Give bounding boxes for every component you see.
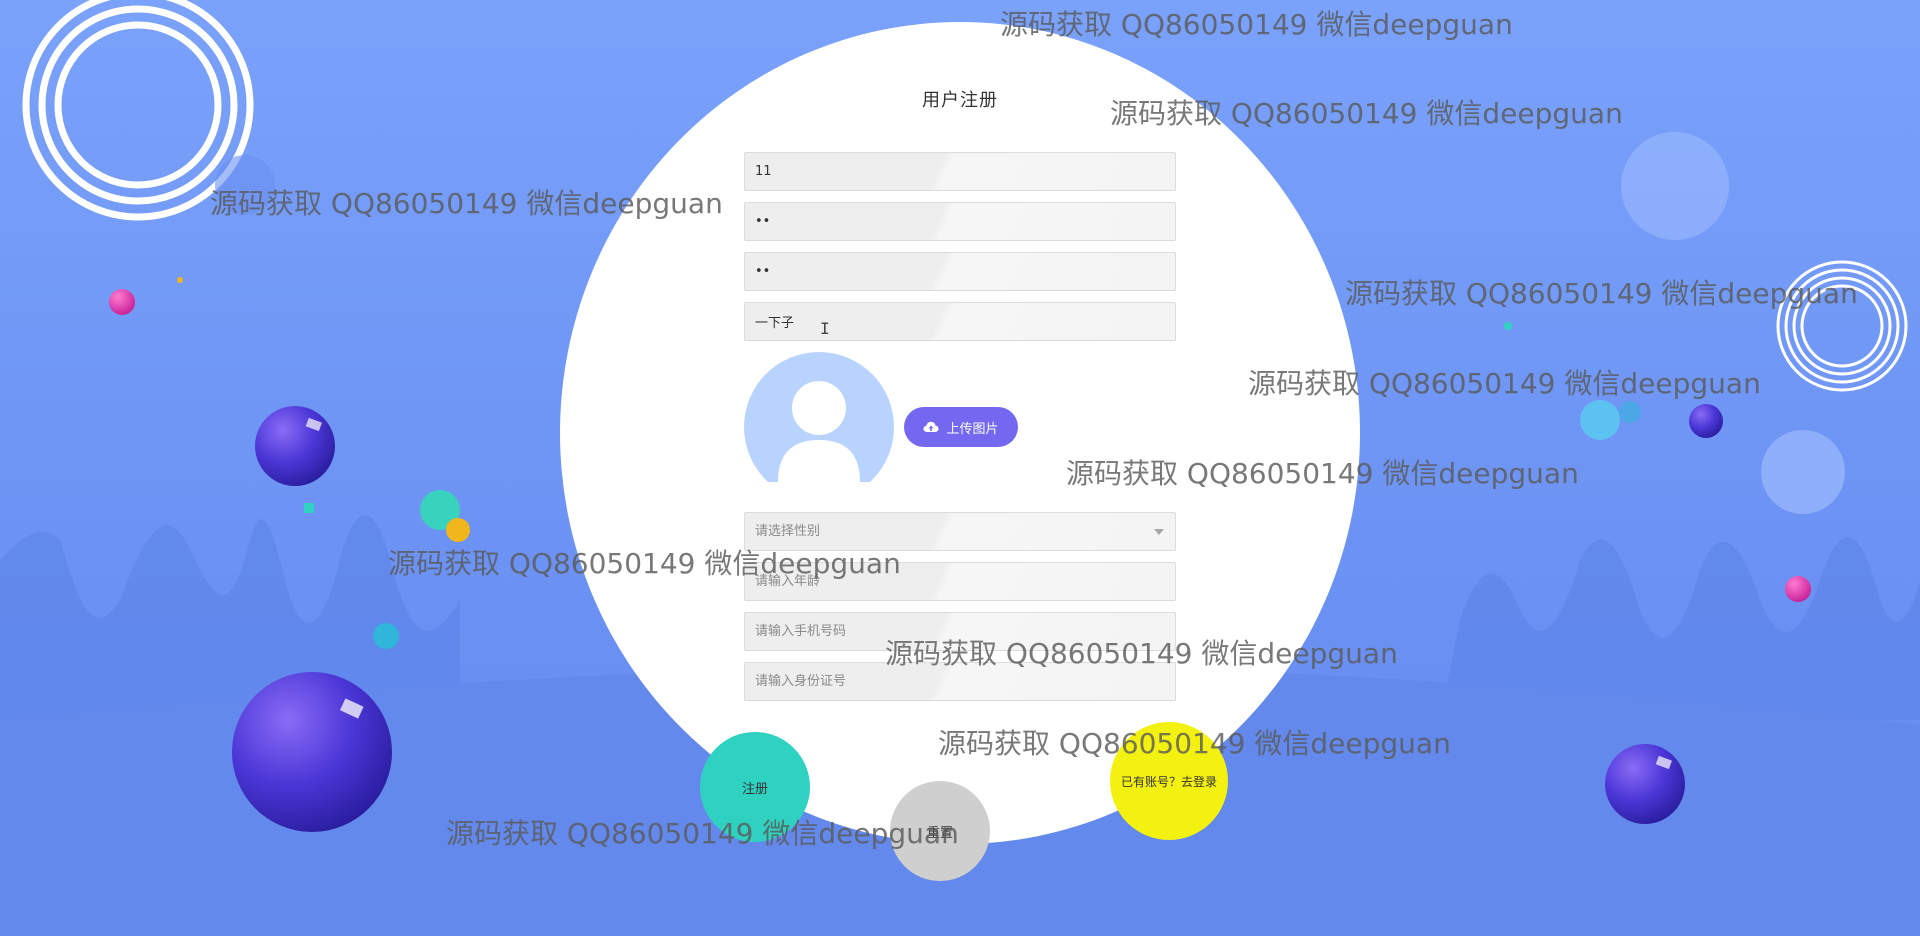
page-title: 用户注册 [922, 90, 998, 111]
age-input[interactable] [744, 562, 1176, 601]
upload-button-label: 上传图片 [946, 421, 999, 437]
gender-select[interactable] [744, 512, 1176, 551]
chevron-down-icon [1154, 529, 1164, 535]
password-input[interactable] [744, 202, 1176, 241]
register-button-label: 注册 [741, 781, 768, 797]
cloud-upload-icon [923, 421, 939, 433]
user-avatar-icon [744, 352, 894, 482]
go-login-button-label: 已有账号？去登录 [1120, 774, 1217, 789]
reset-button-label: 重置 [926, 825, 953, 841]
nickname-input[interactable] [744, 302, 1176, 341]
text-cursor-icon: I [820, 319, 830, 338]
confirm-password-input[interactable] [744, 252, 1176, 291]
go-login-button[interactable]: 已有账号？去登录 [1110, 722, 1228, 840]
id-number-input[interactable] [744, 662, 1176, 701]
reset-button[interactable]: 重置 [890, 781, 990, 881]
phone-input[interactable] [744, 612, 1176, 651]
register-button[interactable]: 注册 [700, 732, 810, 842]
upload-image-button[interactable]: 上传图片 [904, 407, 1018, 447]
username-input[interactable] [744, 152, 1176, 191]
